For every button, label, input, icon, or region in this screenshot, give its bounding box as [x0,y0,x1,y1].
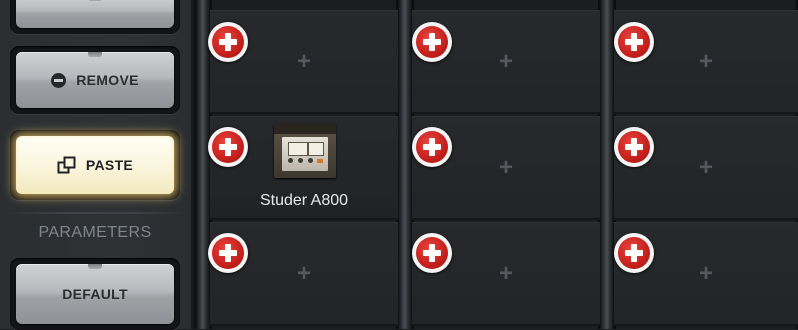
minus-circle-icon [51,72,67,88]
top-partial-button[interactable] [16,0,174,28]
top-button-slot [10,0,180,34]
add-plugin-button[interactable] [208,127,248,167]
add-plugin-button[interactable] [208,233,248,273]
default-button-label: DEFAULT [62,286,128,302]
paste-button[interactable]: PASTE [16,136,174,194]
add-plugin-button[interactable] [412,127,452,167]
add-plugin-button[interactable] [412,233,452,273]
default-button[interactable]: DEFAULT [16,264,174,324]
remove-button[interactable]: REMOVE [16,52,174,108]
parameters-section-label: PARAMETERS [38,224,152,241]
add-plugin-button[interactable] [614,233,654,273]
paste-button-slot: PASTE [10,130,180,200]
slot-plus-icon: + [296,48,312,75]
rack-column-3: + + + [614,0,798,329]
slot-plus-icon: + [498,154,514,181]
add-plugin-button[interactable] [614,22,654,62]
plugin-name: Studer A800 [259,192,349,209]
rack-column-2: + + + [412,0,600,329]
add-plugin-button[interactable] [412,22,452,62]
slot-plus-icon: + [498,260,514,287]
studer-a800-plugin-thumbnail[interactable] [274,124,336,178]
rack-rail [196,0,210,329]
remove-button-label: REMOVE [76,72,139,88]
slot-plus-icon: + [698,154,714,181]
paste-button-label: PASTE [85,157,134,173]
remove-button-slot: REMOVE [10,46,180,114]
slot-plus-icon: + [498,48,514,75]
slot-plus-icon: + [296,260,312,287]
add-plugin-button[interactable] [208,22,248,62]
add-plugin-button[interactable] [614,127,654,167]
paste-icon [57,156,76,173]
section-divider [8,212,184,214]
rack-column-1: + + Studer A800 [208,0,398,329]
slot-plus-icon: + [698,48,714,75]
rack-rail [600,0,614,329]
default-button-slot: DEFAULT [10,258,180,330]
rack-rail [398,0,412,329]
left-panel: REMOVE PASTE PARAMETERS DEFAULT [0,0,196,330]
slot-plus-icon: + [698,260,714,287]
